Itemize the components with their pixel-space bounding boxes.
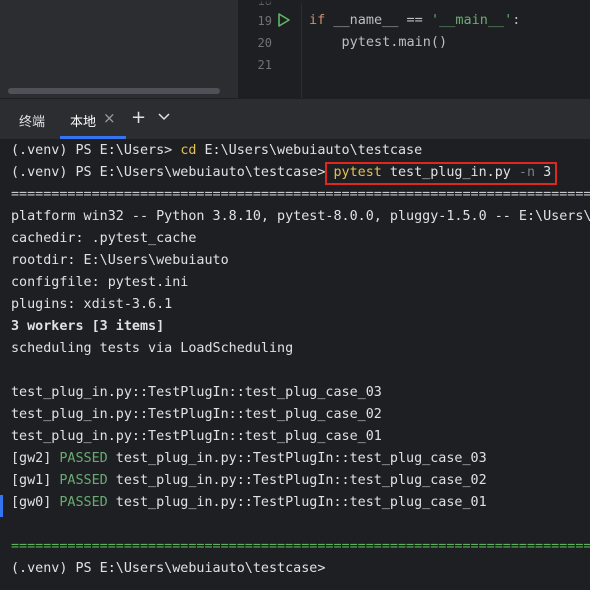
command-name: cd xyxy=(180,143,197,158)
prompt-text: (.venv) PS E:\Users\webuiauto\testcase> xyxy=(11,165,334,180)
terminal-tab-bar: 终端 本地 × + xyxy=(0,98,590,139)
worker-id: [gw0] xyxy=(11,495,60,510)
collected-test-line: test_plug_in.py::TestPlugIn::test_plug_c… xyxy=(11,407,382,422)
collected-test-line: test_plug_in.py::TestPlugIn::test_plug_c… xyxy=(11,429,382,444)
platform-line: platform win32 -- Python 3.8.10, pytest-… xyxy=(11,209,590,224)
ide-window: 18 19 20 21 if __name__ == '__main__': p… xyxy=(0,0,590,590)
worker-id: [gw2] xyxy=(11,451,60,466)
test-name: test_plug_in.py::TestPlugIn::test_plug_c… xyxy=(107,495,487,510)
status-passed: PASSED xyxy=(59,451,108,466)
close-icon[interactable]: × xyxy=(103,109,116,127)
code-text: : xyxy=(512,12,521,28)
test-result-line: [gw0] PASSED test_plug_in.py::TestPlugIn… xyxy=(11,494,487,512)
test-result-line: [gw1] PASSED test_plug_in.py::TestPlugIn… xyxy=(11,472,487,490)
active-line-marker xyxy=(0,495,3,517)
code-text: __name__ == xyxy=(325,12,431,28)
terminal-tool-title: 终端 xyxy=(19,115,46,130)
editor-top-fade xyxy=(239,0,590,6)
keyword-if: if xyxy=(309,12,326,28)
chevron-down-icon[interactable] xyxy=(158,113,170,121)
prompt-text: (.venv) PS E:\Users> xyxy=(11,143,181,158)
final-prompt: (.venv) PS E:\Users\webuiauto\testcase> xyxy=(11,561,326,576)
line-number: 19 xyxy=(257,14,272,28)
tab-local-label: 本地 xyxy=(70,115,97,130)
plugins-line: plugins: xdist-3.6.1 xyxy=(11,297,173,312)
terminal-output[interactable]: (.venv) PS E:\Users> cd E:\Users\webuiau… xyxy=(0,139,590,590)
collected-test-line: test_plug_in.py::TestPlugIn::test_plug_c… xyxy=(11,385,382,400)
scheduling-line: scheduling tests via LoadScheduling xyxy=(11,341,294,356)
line-number: 20 xyxy=(257,36,272,50)
worker-id: [gw1] xyxy=(11,473,60,488)
run-icon[interactable] xyxy=(278,13,290,27)
code-editor: 18 19 20 21 if __name__ == '__main__': p… xyxy=(0,0,590,98)
test-name: test_plug_in.py::TestPlugIn::test_plug_c… xyxy=(107,451,487,466)
code-line-pytest-main: pytest.main() xyxy=(309,34,448,50)
add-tab-icon[interactable]: + xyxy=(131,107,146,128)
workers-line: 3 workers [3 items] xyxy=(11,319,165,334)
configfile-line: configfile: pytest.ini xyxy=(11,275,189,290)
code-line-main-guard: if __name__ == '__main__': xyxy=(309,12,520,28)
terminal-line: (.venv) PS E:\Users> cd E:\Users\webuiau… xyxy=(11,142,422,160)
status-passed: PASSED xyxy=(59,473,108,488)
string-literal: '__main__' xyxy=(430,12,513,28)
command-arg: E:\Users\webuiauto\testcase xyxy=(196,143,423,158)
tab-local[interactable]: 本地 × xyxy=(60,99,126,139)
command-highlight-box xyxy=(325,162,557,185)
test-result-line: [gw2] PASSED test_plug_in.py::TestPlugIn… xyxy=(11,450,487,468)
rootdir-line: rootdir: E:\Users\webuiauto xyxy=(11,253,229,268)
status-passed: PASSED xyxy=(59,495,108,510)
horizontal-scrollbar[interactable] xyxy=(8,88,220,94)
test-name: test_plug_in.py::TestPlugIn::test_plug_c… xyxy=(107,473,487,488)
project-panel xyxy=(0,0,239,98)
line-number: 21 xyxy=(257,58,272,72)
summary-separator: ========================================… xyxy=(11,539,590,554)
cachedir-line: cachedir: .pytest_cache xyxy=(11,231,197,246)
session-separator: ========================================… xyxy=(11,187,590,202)
